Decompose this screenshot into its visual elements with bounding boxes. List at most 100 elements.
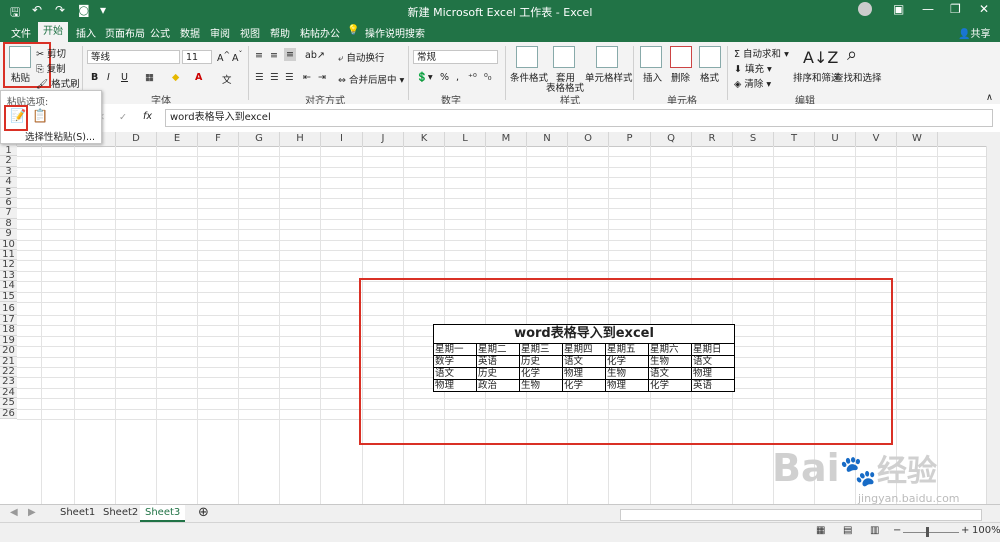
ribbon-display-icon[interactable]: ▣	[893, 2, 904, 16]
table-cell[interactable]: 星期四	[562, 343, 606, 356]
font-name-select[interactable]: 等线	[87, 50, 180, 64]
normal-view-icon[interactable]: ▦	[816, 525, 825, 536]
table-cell[interactable]: 生物	[605, 367, 649, 380]
table-cell[interactable]: 星期一	[433, 343, 477, 356]
table-cell[interactable]: 物理	[691, 367, 735, 380]
align-left-icon[interactable]: ☰	[255, 72, 264, 83]
table-cell[interactable]: 星期五	[605, 343, 649, 356]
column-header-f[interactable]: F	[198, 132, 239, 146]
paste-special-item[interactable]: 选择性粘贴(S)...	[25, 129, 95, 143]
next-sheet-icon[interactable]: ▶	[28, 507, 36, 518]
table-cell[interactable]: 星期二	[476, 343, 520, 356]
grow-font-icon[interactable]: A^	[217, 50, 230, 64]
format-painter-button[interactable]: 🖌 格式刷	[36, 76, 80, 90]
increase-decimal-icon[interactable]: ⁺⁰	[468, 72, 477, 83]
row-header-15[interactable]: 15	[0, 291, 17, 302]
enter-icon[interactable]: ✓	[119, 112, 127, 123]
underline-button[interactable]: U	[121, 72, 128, 83]
merge-center-button[interactable]: ⇔ 合并后居中 ▾	[338, 72, 404, 86]
add-sheet-icon[interactable]: ⊕	[198, 505, 209, 520]
delete-cells-icon[interactable]	[670, 46, 692, 68]
close-icon[interactable]: ✕	[979, 2, 989, 16]
tab-review[interactable]: 审阅	[210, 25, 230, 40]
cell-styles-label[interactable]: 单元格样式	[585, 70, 633, 84]
user-avatar[interactable]	[858, 2, 872, 16]
tab-insert[interactable]: 插入	[76, 25, 96, 40]
bold-button[interactable]: B	[91, 72, 98, 83]
vertical-scrollbar[interactable]	[986, 146, 1000, 504]
conditional-format-icon[interactable]	[516, 46, 538, 68]
column-header-d[interactable]: D	[116, 132, 157, 146]
percent-icon[interactable]: %	[440, 72, 449, 83]
table-cell[interactable]: 英语	[691, 379, 735, 392]
sort-filter-icon[interactable]: A↓Z	[803, 48, 838, 67]
cell-styles-icon[interactable]	[596, 46, 618, 68]
table-cell[interactable]: 化学	[648, 379, 692, 392]
table-cell[interactable]: 语文	[433, 367, 477, 380]
paste-keep-format-icon[interactable]: 📝	[10, 109, 26, 124]
column-header-j[interactable]: J	[363, 132, 404, 146]
currency-icon[interactable]: 💲▾	[416, 72, 433, 83]
insert-function-button[interactable]: fx	[143, 111, 152, 122]
align-right-icon[interactable]: ☰	[285, 72, 294, 83]
table-cell[interactable]: 物理	[605, 379, 649, 392]
column-header-h[interactable]: H	[280, 132, 321, 146]
increase-indent-icon[interactable]: ⇥	[318, 72, 326, 83]
format-cells-icon[interactable]	[699, 46, 721, 68]
tell-me-search[interactable]: 操作说明搜索	[365, 25, 425, 40]
share-button[interactable]: 👤共享	[958, 25, 990, 40]
column-header-r[interactable]: R	[692, 132, 733, 146]
table-cell[interactable]: 生物	[648, 355, 692, 368]
zoom-in-icon[interactable]: +	[961, 525, 969, 536]
column-header-t[interactable]: T	[774, 132, 815, 146]
table-cell[interactable]: 历史	[519, 355, 563, 368]
phonetic-icon[interactable]: 文	[222, 72, 232, 86]
insert-cells-icon[interactable]	[640, 46, 662, 68]
cut-button[interactable]: ✂ 剪切	[36, 46, 66, 60]
align-center-icon[interactable]: ☰	[270, 72, 279, 83]
format-cells-label[interactable]: 格式	[700, 70, 719, 84]
zoom-slider-thumb[interactable]	[926, 527, 929, 537]
column-header-n[interactable]: N	[527, 132, 568, 146]
table-cell[interactable]: 化学	[605, 355, 649, 368]
pasted-word-table[interactable]: word表格导入到excel 星期一 星期二 星期三 星期四 星期五 星期六 星…	[433, 324, 735, 392]
decrease-decimal-icon[interactable]: ⁰₀	[484, 72, 492, 83]
font-color-icon[interactable]: A	[195, 72, 202, 83]
fill-color-icon[interactable]: ◆	[172, 72, 179, 83]
column-header-l[interactable]: L	[445, 132, 486, 146]
paste-clipboard-icon[interactable]: 📋	[32, 109, 48, 124]
align-top-icon[interactable]: ≡	[255, 50, 263, 61]
zoom-slider[interactable]	[903, 532, 959, 533]
table-cell[interactable]: 星期日	[691, 343, 735, 356]
column-header-o[interactable]: O	[568, 132, 609, 146]
align-bottom-icon[interactable]: ≡	[284, 48, 296, 61]
horizontal-scrollbar[interactable]	[620, 509, 982, 521]
table-cell[interactable]: 物理	[433, 379, 477, 392]
column-header-p[interactable]: P	[609, 132, 651, 146]
table-cell[interactable]: 生物	[519, 379, 563, 392]
page-break-view-icon[interactable]: ▥	[870, 525, 879, 536]
column-header-w[interactable]: W	[897, 132, 938, 146]
sheet-tab-3[interactable]: Sheet3	[140, 505, 186, 522]
insert-cells-label[interactable]: 插入	[643, 70, 662, 84]
wrap-text-button[interactable]: ⤶ 自动换行	[338, 50, 384, 64]
table-cell[interactable]: 语文	[648, 367, 692, 380]
find-select-label[interactable]: 查找和选择	[834, 70, 882, 84]
table-cell[interactable]: 数学	[433, 355, 477, 368]
tab-data[interactable]: 数据	[180, 25, 200, 40]
tab-view[interactable]: 视图	[240, 25, 260, 40]
align-middle-icon[interactable]: ≡	[270, 50, 278, 61]
collapse-ribbon-icon[interactable]: ∧	[986, 92, 993, 103]
restore-icon[interactable]: ❐	[950, 2, 961, 16]
column-header-m[interactable]: M	[486, 132, 527, 146]
delete-cells-label[interactable]: 删除	[671, 70, 690, 84]
decrease-indent-icon[interactable]: ⇤	[303, 72, 311, 83]
orientation-icon[interactable]: ab↗	[305, 50, 325, 61]
table-cell[interactable]: 历史	[476, 367, 520, 380]
sheet-tab-2[interactable]: Sheet2	[103, 507, 138, 518]
prev-sheet-icon[interactable]: ◀	[10, 507, 18, 518]
column-header-s[interactable]: S	[733, 132, 774, 146]
table-cell[interactable]: 政治	[476, 379, 520, 392]
column-header-k[interactable]: K	[404, 132, 445, 146]
table-cell[interactable]: 英语	[476, 355, 520, 368]
